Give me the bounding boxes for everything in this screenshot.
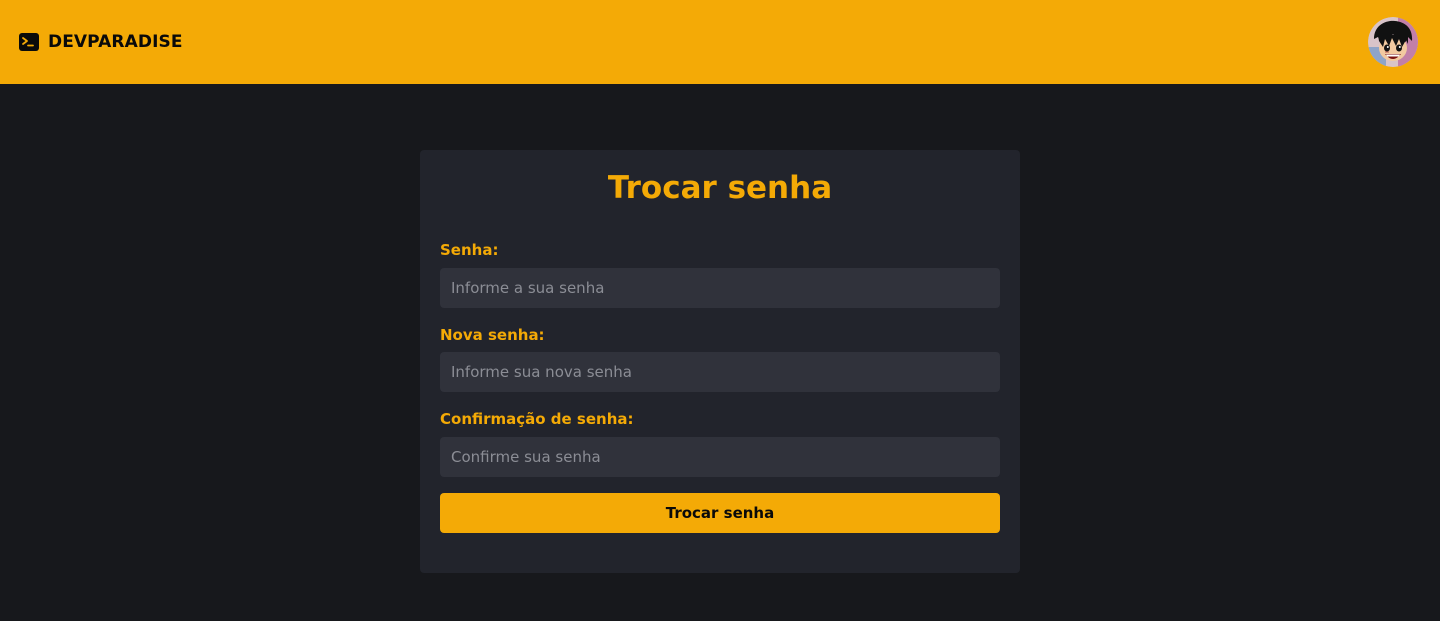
current-password-input[interactable] — [440, 268, 1000, 308]
form-title: Trocar senha — [607, 170, 833, 206]
current-password-label: Senha: — [440, 241, 499, 259]
user-avatar[interactable] — [1368, 17, 1418, 67]
brand-logo[interactable]: DEVPARADISE — [18, 31, 183, 53]
change-password-button[interactable]: Trocar senha — [440, 493, 1000, 533]
top-header: DEVPARADISE — [0, 0, 1440, 84]
confirm-password-input[interactable] — [440, 437, 1000, 477]
new-password-input[interactable] — [440, 352, 1000, 392]
brand-name: DEVPARADISE — [48, 32, 183, 52]
confirm-password-label: Confirmação de senha: — [440, 410, 634, 428]
terminal-icon — [18, 31, 40, 53]
new-password-label: Nova senha: — [440, 326, 545, 344]
avatar-image — [1368, 17, 1418, 67]
